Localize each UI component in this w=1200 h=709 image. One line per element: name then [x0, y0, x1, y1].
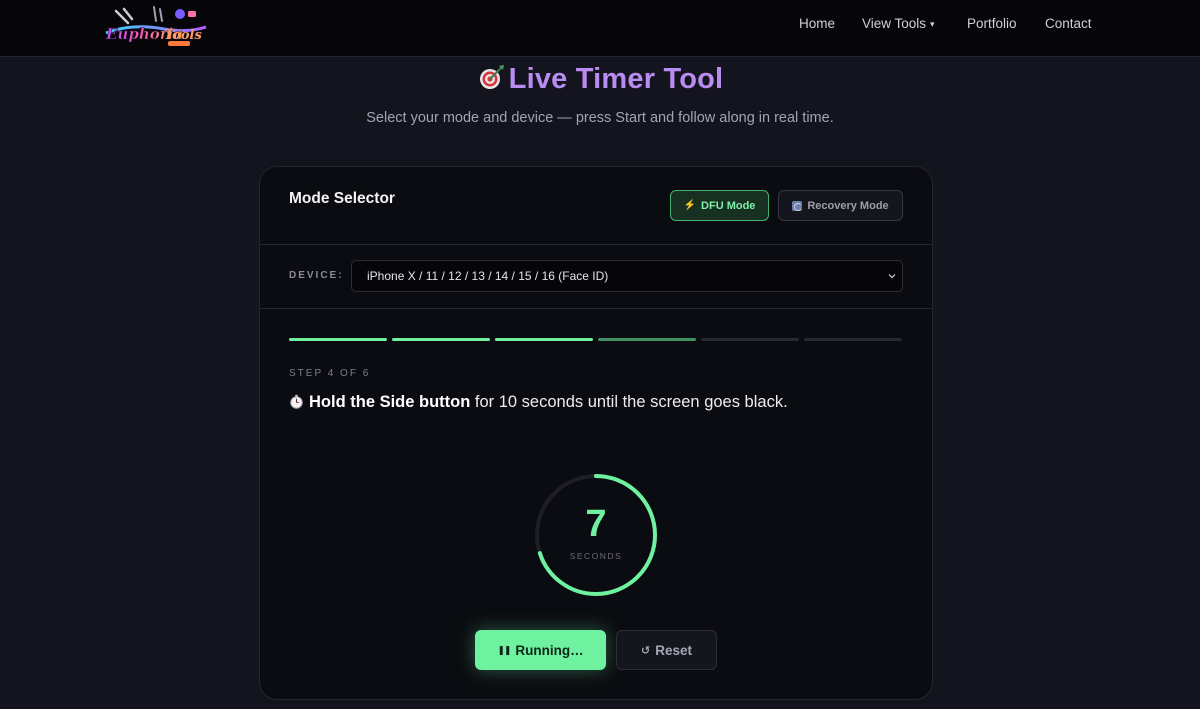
target-icon — [477, 62, 507, 92]
dfu-mode-label: DFU Mode — [701, 199, 756, 212]
progress-segment — [495, 338, 593, 341]
reset-icon: ↺ — [641, 644, 651, 657]
dfu-mode-button[interactable]: ⚡ DFU Mode — [670, 190, 769, 221]
countdown-value: 7 — [585, 503, 607, 545]
progress-segment — [598, 338, 696, 341]
nav-view-tools-label: View Tools — [862, 16, 927, 31]
svg-text:Tools: Tools — [164, 28, 202, 43]
chevron-down-icon: ▾ — [930, 19, 935, 29]
page-title-text: Live Timer Tool — [508, 63, 724, 95]
instruction-highlight: Hold the Side button — [309, 393, 471, 411]
instruction-rest: for 10 seconds until the screen goes bla… — [470, 393, 788, 411]
recovery-mode-label: Recovery Mode — [807, 199, 889, 212]
navbar: Euphoria Tools Home View Tools ▾ Portfoli… — [0, 0, 1200, 57]
page-title: Live Timer Tool — [0, 62, 1200, 96]
device-row: DEVICE: iPhone X / 11 / 12 / 13 / 14 / 1… — [260, 245, 932, 309]
progress-segment — [701, 338, 799, 341]
step-instruction: Hold the Side button for 10 seconds unti… — [289, 393, 788, 412]
device-select-value: iPhone X / 11 / 12 / 13 / 14 / 15 / 16 (… — [367, 269, 609, 283]
card-title: Mode Selector — [289, 190, 395, 207]
recovery-icon — [792, 200, 803, 211]
nav-portfolio[interactable]: Portfolio — [967, 16, 1017, 31]
nav-view-tools[interactable]: View Tools ▾ — [862, 16, 935, 31]
progress-segment — [289, 338, 387, 341]
running-label: Running… — [515, 642, 584, 658]
lightning-icon: ⚡ — [683, 200, 697, 211]
reset-label: Reset — [655, 642, 692, 658]
step-label: STEP 4 OF 6 — [289, 368, 371, 379]
euphoria-tools-logo[interactable]: Euphoria Tools — [102, 5, 210, 51]
timer-card: Mode Selector ⚡ DFU Mode Recovery Mode D… — [259, 166, 933, 700]
stopwatch-icon — [289, 394, 304, 409]
nav-home[interactable]: Home — [799, 16, 835, 31]
page-subtitle: Select your mode and device — press Star… — [366, 110, 834, 126]
countdown-unit: SECONDS — [569, 551, 623, 561]
progress-segment — [392, 338, 490, 341]
chevron-down-icon — [888, 274, 896, 279]
progress-segment — [804, 338, 902, 341]
reset-button[interactable]: ↺ Reset — [616, 630, 717, 670]
nav-contact[interactable]: Contact — [1045, 16, 1092, 31]
running-button[interactable]: ❚❚ Running… — [475, 630, 606, 670]
step-progress — [289, 338, 903, 342]
device-select[interactable]: iPhone X / 11 / 12 / 13 / 14 / 15 / 16 (… — [351, 260, 903, 292]
card-header: Mode Selector ⚡ DFU Mode Recovery Mode — [260, 167, 932, 245]
recovery-mode-button[interactable]: Recovery Mode — [778, 190, 903, 221]
device-label: DEVICE: — [289, 270, 344, 281]
pause-icon: ❚❚ — [497, 644, 511, 655]
